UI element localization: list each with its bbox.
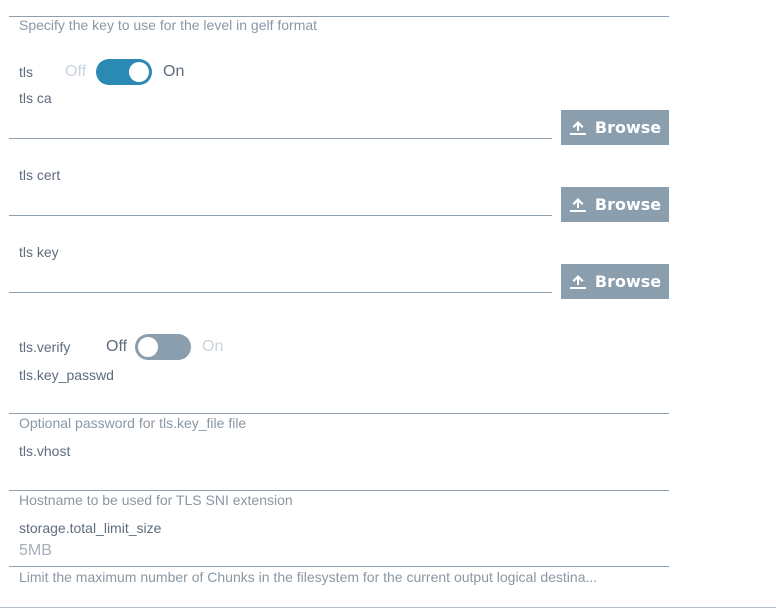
tls-ca-browse-label: Browse <box>594 118 662 137</box>
tls-key-passwd-label: tls.key_passwd <box>19 367 114 383</box>
tls-ca-browse-button[interactable]: Browse <box>561 110 669 145</box>
tls-verify-switch-knob <box>138 337 159 357</box>
tls-verify-on-text: On <box>202 338 224 355</box>
tls-verify-switch[interactable] <box>135 334 192 360</box>
tls-key-passwd-underline <box>9 413 669 414</box>
tls-switch[interactable] <box>96 59 153 85</box>
tls-key-passwd-input[interactable] <box>19 390 659 412</box>
tls-verify-label: tls.verify <box>19 339 71 355</box>
tls-vhost-input[interactable] <box>19 466 659 488</box>
tls-verify-off-text: Off <box>106 338 128 355</box>
storage-limit-input[interactable]: 5MB <box>19 542 659 564</box>
tls-cert-browse-label: Browse <box>594 195 662 214</box>
tls-label: tls <box>19 64 33 80</box>
level-key-help: Specify the key to use for the level in … <box>19 17 318 33</box>
tls-off-text: Off <box>65 63 87 80</box>
tls-key-label: tls key <box>19 244 59 260</box>
bottom-divider <box>0 607 776 608</box>
tls-vhost-help: Hostname to be used for TLS SNI extensio… <box>19 492 293 508</box>
upload-icon <box>569 197 586 212</box>
storage-limit-underline <box>9 566 669 567</box>
tls-key-browse-button[interactable]: Browse <box>561 264 669 299</box>
tls-switch-knob <box>129 62 150 82</box>
storage-limit-help: Limit the maximum number of Chunks in th… <box>19 569 598 585</box>
tls-toggle-row: tls Off On <box>19 59 184 85</box>
upload-icon <box>569 120 586 135</box>
tls-vhost-label: tls.vhost <box>19 443 71 459</box>
tls-ca-label: tls ca <box>19 90 52 106</box>
storage-limit-label: storage.total_limit_size <box>19 520 162 536</box>
tls-ca-input[interactable] <box>9 138 552 139</box>
upload-icon <box>569 274 586 289</box>
tls-cert-label: tls cert <box>19 167 61 183</box>
tls-on-text: On <box>163 63 185 80</box>
tls-cert-browse-button[interactable]: Browse <box>561 187 669 222</box>
tls-key-browse-label: Browse <box>594 272 662 291</box>
tls-key-input[interactable] <box>9 292 552 293</box>
tls-vhost-underline <box>9 490 669 491</box>
tls-key-passwd-help: Optional password for tls.key_file file <box>19 415 247 431</box>
tls-cert-input[interactable] <box>9 215 552 216</box>
tls-verify-toggle-row: tls.verify Off On <box>19 334 223 360</box>
